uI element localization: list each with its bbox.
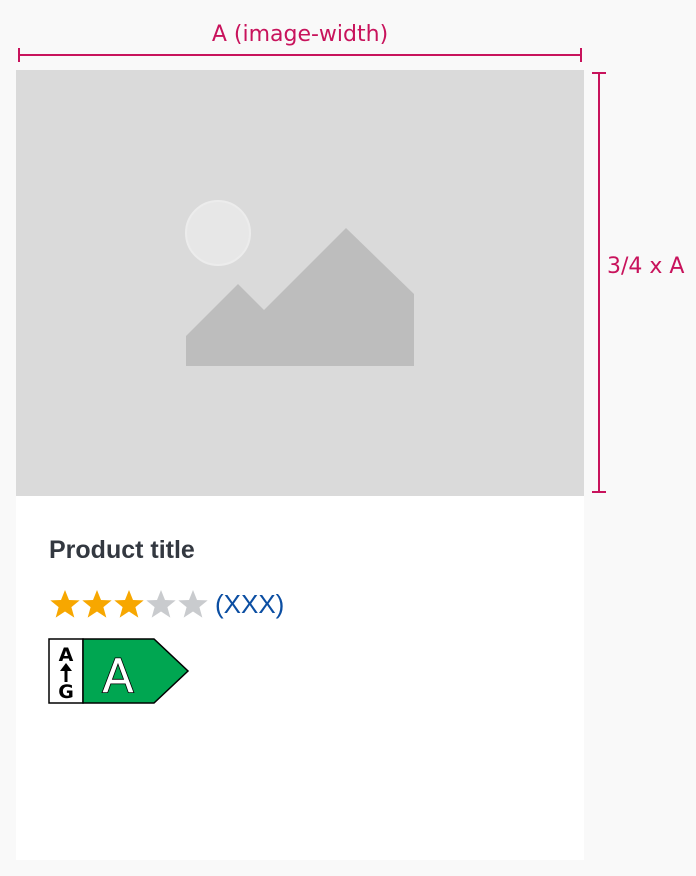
width-dimension-label: A (image-width) — [211, 22, 389, 47]
review-count-link[interactable]: (XXX) — [215, 589, 284, 620]
height-dimension-label: 3/4 x A — [607, 254, 685, 279]
height-dimension-line — [592, 72, 606, 493]
energy-class-arrow — [82, 638, 190, 704]
rating-stars — [49, 588, 209, 620]
star-empty-icon — [178, 590, 208, 618]
energy-scale-top: A — [59, 644, 74, 666]
width-dimension-line — [18, 48, 582, 62]
star-filled-icon — [82, 590, 112, 618]
product-image[interactable] — [16, 70, 584, 496]
star-filled-icon — [114, 590, 144, 618]
energy-class-badge-icon: A G A — [48, 638, 190, 704]
product-title[interactable]: Product title — [49, 536, 195, 565]
star-filled-icon — [50, 590, 80, 618]
star-rating[interactable]: (XXX) — [49, 586, 284, 622]
energy-label[interactable]: A G A — [48, 638, 190, 709]
energy-scale-bottom: G — [58, 681, 74, 703]
image-placeholder-icon — [185, 200, 414, 366]
product-card[interactable]: Product title (XXX) A G A — [16, 70, 584, 860]
energy-class-letter: A — [102, 649, 134, 703]
star-empty-icon — [146, 590, 176, 618]
